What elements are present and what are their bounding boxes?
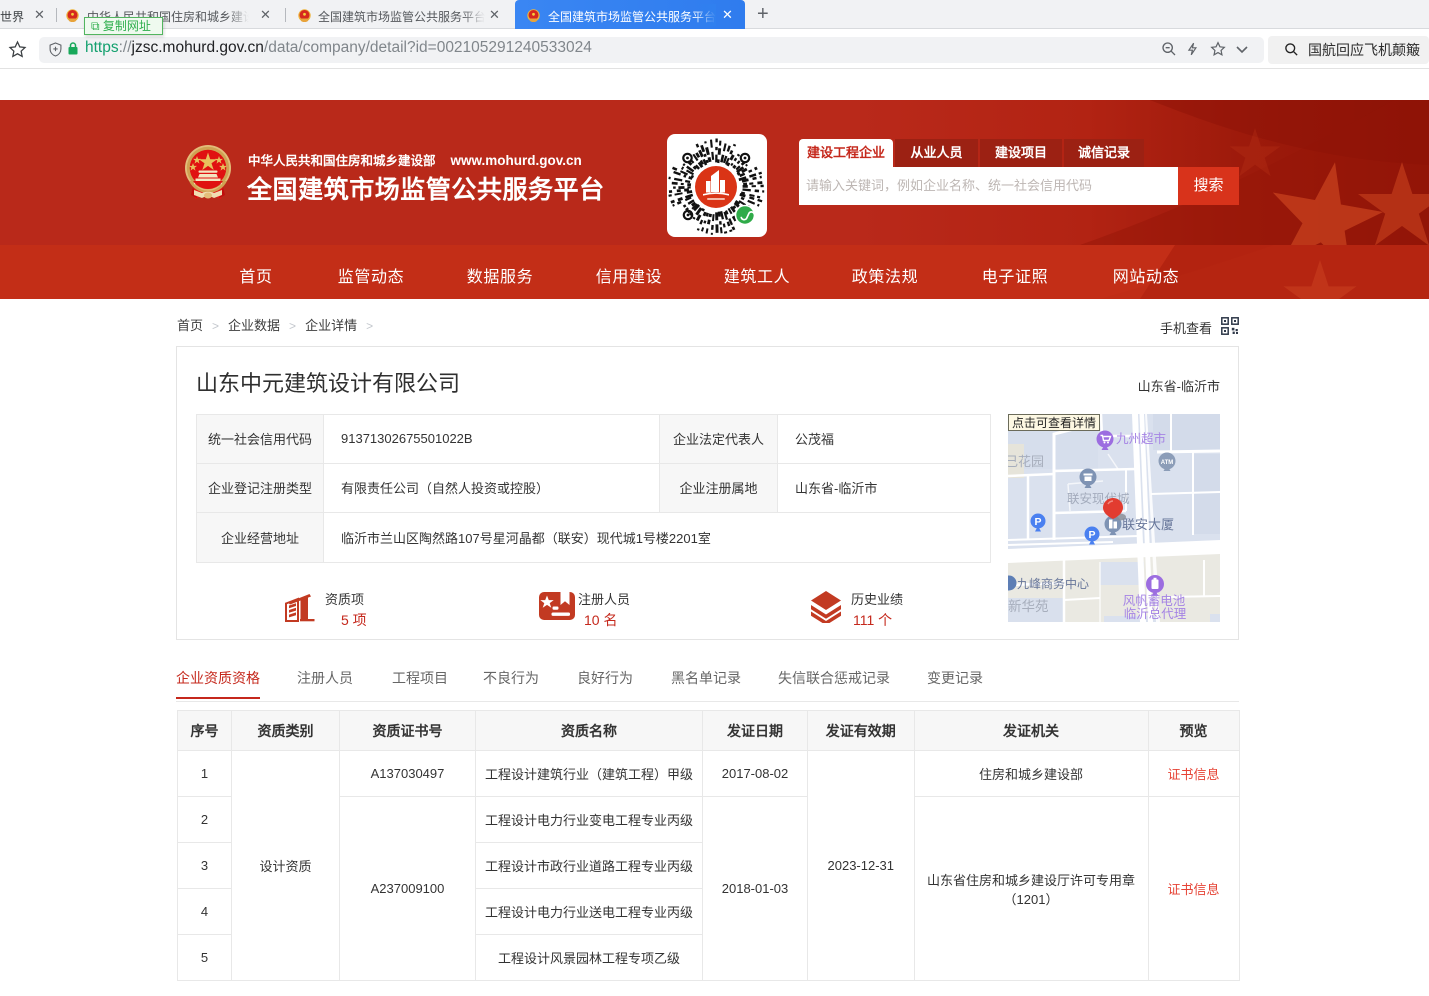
svg-text:九峰商务中心: 九峰商务中心 [1017,576,1089,591]
svg-text:临沂总代理: 临沂总代理 [1124,607,1187,621]
svg-text:己花园: 己花园 [1008,454,1044,469]
svg-text:风帆蓄电池: 风帆蓄电池 [1123,593,1186,608]
svg-text:P: P [1088,529,1095,541]
svg-text:ATM: ATM [1161,460,1174,466]
svg-text:P: P [1034,516,1041,528]
svg-text:九州超市: 九州超市 [1116,431,1166,446]
svg-text:联安大厦: 联安大厦 [1122,517,1174,532]
svg-text:新华苑: 新华苑 [1008,599,1049,614]
